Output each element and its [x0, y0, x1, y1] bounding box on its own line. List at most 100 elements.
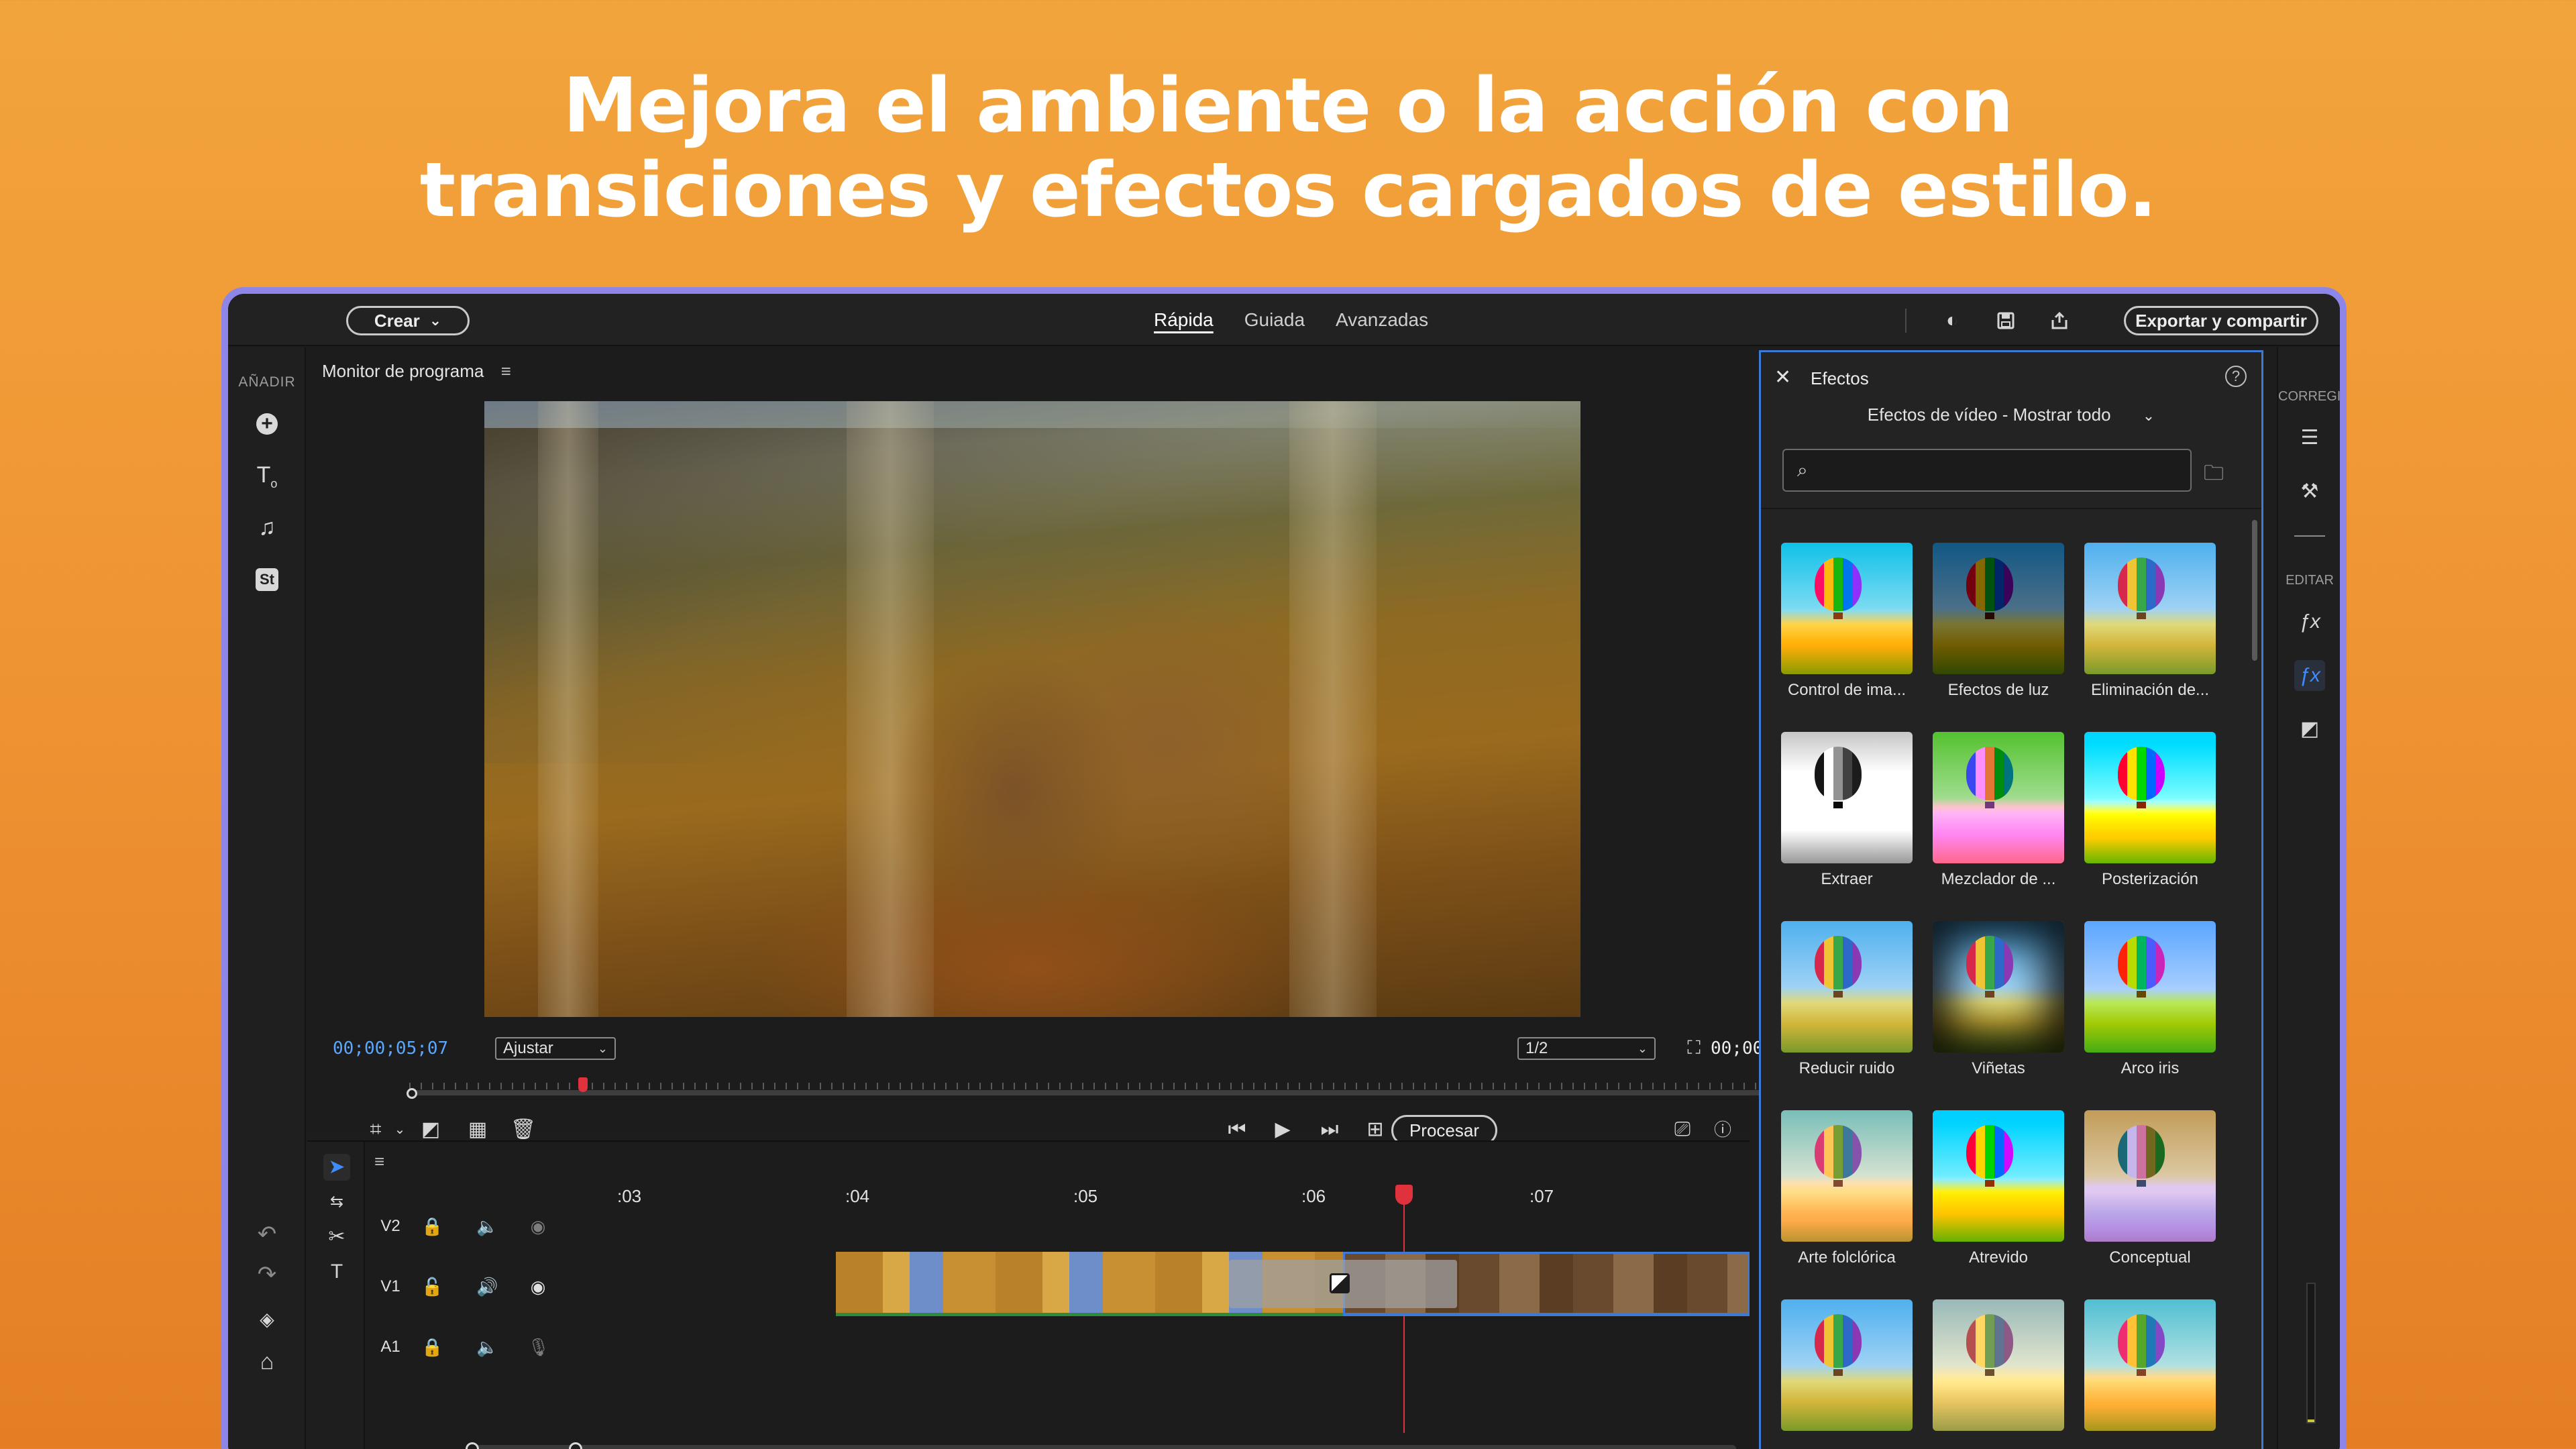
redo-icon[interactable]: ↷ [252, 1260, 282, 1289]
speaker-icon[interactable]: 🔈 [476, 1336, 498, 1358]
video-preview[interactable] [484, 401, 1580, 1017]
organizer-icon[interactable]: ◈ [252, 1304, 282, 1334]
balloon-basket [1985, 991, 1994, 998]
eye-icon[interactable]: ◉ [527, 1216, 549, 1237]
fit-screen-icon[interactable]: ⛶ [1682, 1037, 1705, 1060]
effect-label: Eliminación de... [2090, 681, 2210, 699]
effect-item[interactable]: Control de ima... [1781, 543, 1913, 700]
effect-item[interactable] [1933, 1299, 2064, 1431]
search-icon: ⌕ [1797, 460, 1808, 480]
effect-item[interactable]: Viñetas [1933, 921, 2064, 1078]
balloon-image [2118, 1314, 2165, 1368]
effect-item[interactable]: Extraer [1781, 732, 1913, 889]
tab-guiada[interactable]: Guiada [1244, 309, 1305, 331]
speaker-icon[interactable]: 🔈 [476, 1216, 498, 1237]
effects-search-input[interactable] [1824, 457, 2180, 484]
tab-rapida[interactable]: Rápida [1154, 309, 1214, 331]
effect-thumbnail [2084, 1110, 2216, 1242]
effect-item[interactable]: Posterización [2084, 732, 2216, 889]
current-timecode[interactable]: 00;00;05;07 [333, 1038, 448, 1059]
effect-item[interactable]: Reducir ruido [1781, 921, 1913, 1078]
scrubber-playhead[interactable] [578, 1077, 588, 1092]
home-icon[interactable]: ⌂ [252, 1347, 282, 1377]
fit-dropdown[interactable]: Ajustar ⌄ [495, 1037, 616, 1060]
skip-forward-icon[interactable]: ⏭ [1316, 1116, 1343, 1143]
undo-icon[interactable]: ↶ [252, 1220, 282, 1249]
folder-icon[interactable]: 🗀 [2204, 458, 2224, 492]
ruler-label: :04 [845, 1186, 870, 1206]
contrast-icon[interactable]: ◐ [1940, 309, 1964, 333]
titles-button[interactable]: To [252, 462, 282, 491]
timecode-mode-icon[interactable]: ⊞ [1362, 1116, 1389, 1143]
effect-item[interactable] [2084, 1299, 2216, 1431]
grid-icon[interactable]: ▦ [464, 1116, 491, 1143]
monitor-scrubber[interactable] [407, 1077, 1821, 1099]
monitor-title: Monitor de programa ≡ [322, 361, 511, 382]
timeline-scrollbar[interactable] [466, 1442, 1736, 1449]
zoom-dropdown[interactable]: 1/2 ⌄ [1517, 1037, 1656, 1060]
transitions-icon[interactable]: ◩ [2294, 714, 2325, 745]
effect-item[interactable]: Mezclador de ... [1933, 732, 2064, 889]
adjustments-icon[interactable]: ☰ [2294, 423, 2325, 453]
scroll-start-handle[interactable] [466, 1442, 479, 1449]
split-clip-icon[interactable]: ◩ [417, 1116, 444, 1143]
balloon-image [1815, 936, 1862, 989]
eye-icon[interactable]: ◉ [527, 1276, 549, 1297]
razor-tool-icon[interactable]: ✂ [323, 1224, 350, 1250]
playhead-line [1403, 1205, 1405, 1433]
add-media-button[interactable]: + [252, 409, 282, 439]
effects-category-dropdown[interactable]: Efectos de vídeo - Mostrar todo ⌄ [1761, 405, 2261, 425]
selection-tool-icon[interactable]: ➤ [323, 1154, 350, 1181]
effect-label: Atrevido [1968, 1248, 2029, 1267]
effect-item[interactable]: Conceptual [2084, 1110, 2216, 1267]
unlock-icon[interactable]: 🔓 [421, 1276, 443, 1297]
scrubber-start-handle[interactable] [407, 1088, 417, 1099]
effects-search[interactable]: ⌕ [1782, 449, 2192, 492]
lock-icon[interactable]: 🔒 [421, 1216, 443, 1237]
trash-icon[interactable]: 🗑 [510, 1116, 537, 1143]
effect-item[interactable] [1781, 1299, 1913, 1431]
effect-item[interactable]: Arte folclórica [1781, 1110, 1913, 1267]
transition-clip[interactable] [1229, 1260, 1457, 1308]
fx-applied-icon[interactable]: ƒx [2294, 606, 2325, 637]
effect-thumbnail [1781, 921, 1913, 1053]
chevron-down-icon[interactable]: ⌄ [386, 1116, 413, 1143]
play-icon[interactable]: ▶ [1269, 1116, 1296, 1143]
effect-item[interactable]: Arco iris [2084, 921, 2216, 1078]
scroll-end-handle[interactable] [569, 1442, 582, 1449]
effect-item[interactable]: Atrevido [1933, 1110, 2064, 1267]
audio-button[interactable]: ♫ [252, 513, 282, 542]
text-tool-icon[interactable]: T [323, 1258, 350, 1285]
timeline-menu-icon[interactable]: ≡ [374, 1151, 384, 1172]
display-settings-icon[interactable]: ⎚ [1669, 1116, 1696, 1143]
save-icon[interactable] [1994, 309, 2018, 333]
effects-scrollbar[interactable] [2252, 520, 2257, 661]
fx-effects-icon[interactable]: ƒx [2294, 660, 2325, 691]
effect-item[interactable]: Eliminación de... [2084, 543, 2216, 700]
crop-icon[interactable]: ⌗ [362, 1116, 389, 1143]
track-name: A1 [380, 1338, 400, 1356]
export-share-button[interactable]: Exportar y compartir [2124, 306, 2318, 335]
app-window: Crear ⌄ Rápida Guiada Avanzadas ◐ Export… [221, 287, 2347, 1449]
tab-avanzadas[interactable]: Avanzadas [1336, 309, 1428, 331]
text-title-icon: To [256, 462, 278, 490]
ripple-tool-icon[interactable]: ⇆ [323, 1189, 350, 1216]
microphone-icon[interactable]: 🎙 [527, 1336, 549, 1358]
chevron-down-icon: ⌄ [2142, 407, 2155, 424]
balloon-image [2118, 1125, 2165, 1179]
help-icon[interactable]: ⓘ [1709, 1116, 1736, 1143]
create-button[interactable]: Crear ⌄ [346, 306, 470, 335]
close-icon[interactable]: ✕ [1774, 366, 1791, 389]
skip-back-icon[interactable]: ⏮ [1224, 1116, 1250, 1143]
stock-button[interactable]: St [252, 565, 282, 594]
lock-icon[interactable]: 🔒 [421, 1336, 443, 1358]
share-icon[interactable] [2047, 309, 2072, 333]
speaker-icon[interactable]: 🔊 [476, 1276, 498, 1297]
timeline-playhead[interactable] [1395, 1185, 1413, 1205]
tools-icon[interactable]: ⚒ [2294, 476, 2325, 507]
timeline-ruler[interactable]: :03 :04 :05 :06 :07 [458, 1182, 1750, 1209]
balloon-basket [1833, 991, 1843, 998]
effect-item[interactable]: Efectos de luz [1933, 543, 2064, 700]
help-icon[interactable]: ? [2225, 366, 2247, 387]
menu-icon[interactable]: ≡ [501, 361, 511, 381]
